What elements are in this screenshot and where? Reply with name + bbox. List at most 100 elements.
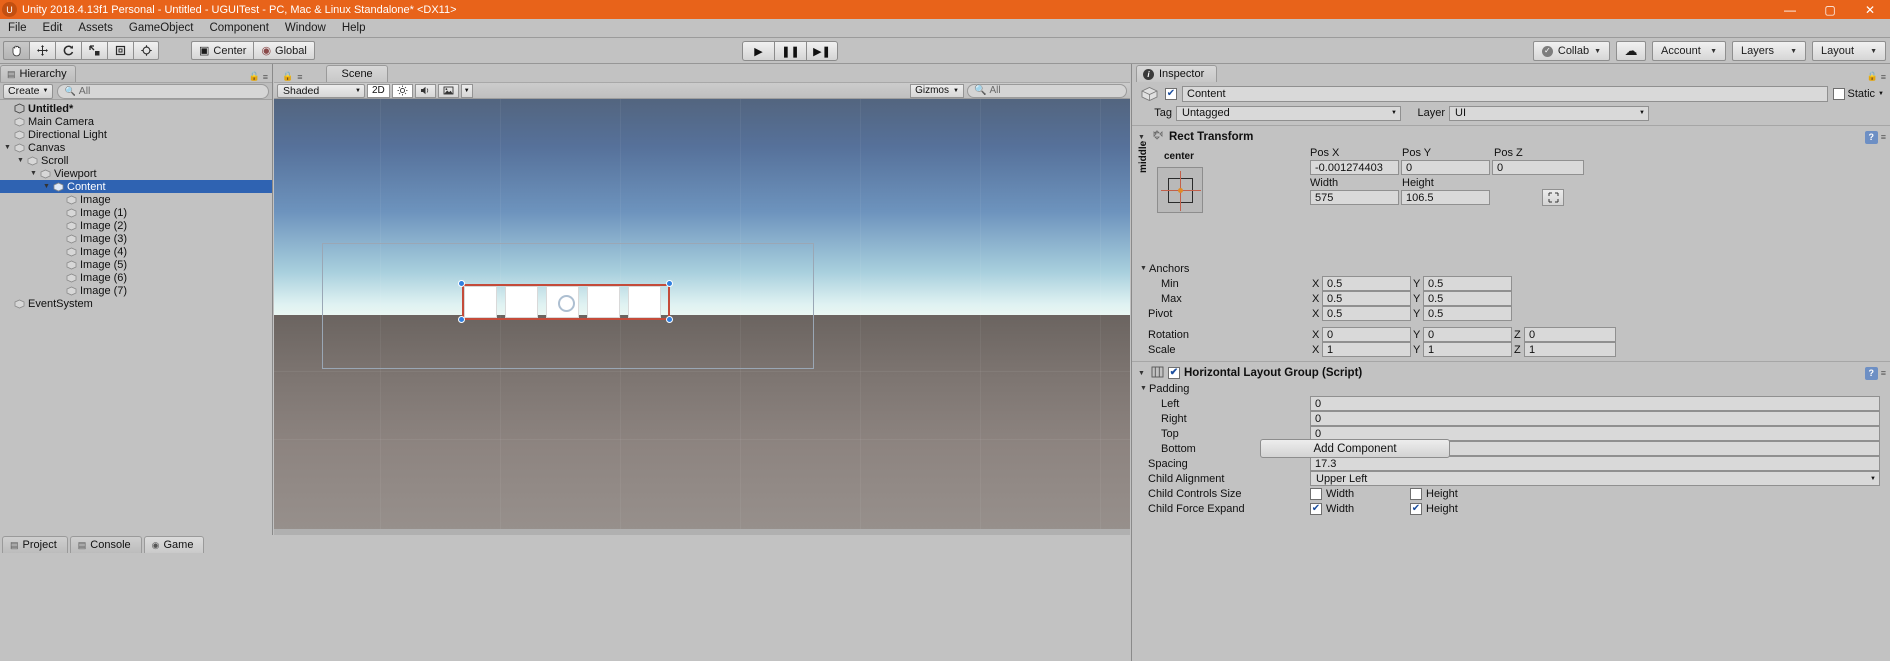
chevron-down-icon[interactable]: ▼ xyxy=(1878,91,1884,97)
hierarchy-item-image-7[interactable]: Image (7) xyxy=(0,284,272,297)
close-button[interactable]: ✕ xyxy=(1850,0,1890,19)
menu-window[interactable]: Window xyxy=(277,19,334,38)
anchor-preset-widget[interactable] xyxy=(1157,167,1203,213)
tag-dropdown[interactable]: Untagged ▼ xyxy=(1176,105,1401,121)
anchor-max-x-input[interactable]: 0.5 xyxy=(1322,291,1411,306)
lighting-toggle-icon[interactable] xyxy=(391,83,413,98)
hierarchy-item-image-6[interactable]: Image (6) xyxy=(0,271,272,284)
spacing-input[interactable]: 17.3 xyxy=(1310,456,1880,471)
anchors-foldout-row[interactable]: ▼ Anchors xyxy=(1132,261,1890,276)
minimize-button[interactable]: — xyxy=(1770,0,1810,19)
layout-button[interactable]: Layout ▼ xyxy=(1812,41,1886,61)
help-icon[interactable]: ? xyxy=(1864,130,1878,144)
static-checkbox[interactable] xyxy=(1832,88,1845,100)
cloud-button[interactable]: ☁ xyxy=(1616,41,1646,61)
gizmos-dropdown[interactable]: Gizmos ▼ xyxy=(910,83,964,98)
create-button[interactable]: Create ▼ xyxy=(3,83,54,99)
hierarchy-item-image-3[interactable]: Image (3) xyxy=(0,232,272,245)
scale-tool-icon[interactable] xyxy=(81,41,107,60)
anchor-max-y-input[interactable]: 0.5 xyxy=(1423,291,1512,306)
anchor-min-y-input[interactable]: 0.5 xyxy=(1423,276,1512,291)
scale-z-input[interactable]: 1 xyxy=(1524,342,1616,357)
expand-width-checkbox[interactable] xyxy=(1310,502,1322,515)
foldout-icon[interactable]: ▼ xyxy=(15,157,26,164)
pos-y-input[interactable]: 0 xyxy=(1401,160,1490,175)
account-button[interactable]: Account ▼ xyxy=(1652,41,1726,61)
foldout-icon[interactable]: ▼ xyxy=(1136,370,1147,377)
play-button[interactable]: ▶ xyxy=(742,41,774,61)
step-button[interactable]: ▶❚ xyxy=(806,41,838,61)
rotation-y-input[interactable]: 0 xyxy=(1423,327,1512,342)
pivot-y-input[interactable]: 0.5 xyxy=(1423,306,1512,321)
pos-z-input[interactable]: 0 xyxy=(1492,160,1584,175)
hierarchy-item-content[interactable]: ▼ Content xyxy=(0,180,272,193)
layers-button[interactable]: Layers ▼ xyxy=(1732,41,1806,61)
menu-file[interactable]: File xyxy=(0,19,35,38)
move-gizmo[interactable] xyxy=(558,295,575,312)
inspector-panel-menu[interactable]: 🔒 ≡ xyxy=(1867,71,1890,82)
hierarchy-item-eventsystem[interactable]: EventSystem xyxy=(0,297,272,310)
shading-mode-dropdown[interactable]: Shaded ▼ xyxy=(277,83,365,98)
controls-height-checkbox[interactable] xyxy=(1410,487,1422,500)
lock-icon[interactable]: 🔒 xyxy=(249,71,260,82)
collab-button[interactable]: ✓ Collab ▼ xyxy=(1532,41,1610,61)
scene-panel-menu[interactable]: 🔒 ≡ xyxy=(276,71,302,82)
rotation-z-input[interactable]: 0 xyxy=(1524,327,1616,342)
foldout-icon[interactable]: ▼ xyxy=(2,144,13,151)
lock-icon[interactable]: 🔒 xyxy=(1867,71,1878,82)
panel-menu-icon[interactable]: ≡ xyxy=(263,72,268,82)
expand-height-checkbox[interactable] xyxy=(1410,502,1422,515)
child-alignment-dropdown[interactable]: Upper Left ▼ xyxy=(1310,471,1880,486)
fx-toggle-icon[interactable] xyxy=(437,83,459,98)
selection-handle-tr[interactable] xyxy=(666,280,673,287)
pos-x-input[interactable]: -0.001274403 xyxy=(1310,160,1399,175)
tab-project[interactable]: ▤ Project xyxy=(2,536,68,553)
foldout-icon[interactable]: ▼ xyxy=(28,170,39,177)
selection-handle-tl[interactable] xyxy=(458,280,465,287)
selection-handle-bl[interactable] xyxy=(458,316,465,323)
hierarchy-search-input[interactable]: 🔍 All xyxy=(57,83,269,99)
toggle-2d-button[interactable]: 2D xyxy=(367,83,390,98)
panel-menu-icon[interactable]: ≡ xyxy=(297,72,302,82)
hierarchy-item-main-camera[interactable]: Main Camera xyxy=(0,115,272,128)
hierarchy-item-directional-light[interactable]: Directional Light xyxy=(0,128,272,141)
rect-tool-icon[interactable] xyxy=(107,41,133,60)
anchor-min-x-input[interactable]: 0.5 xyxy=(1322,276,1411,291)
foldout-icon[interactable]: ▼ xyxy=(1138,385,1149,392)
scale-x-input[interactable]: 1 xyxy=(1322,342,1411,357)
horizontal-layout-group-header[interactable]: ▼ Horizontal Layout Group (Script) ? ≡ xyxy=(1132,365,1890,381)
hlg-enabled-checkbox[interactable] xyxy=(1168,367,1180,379)
scale-y-input[interactable]: 1 xyxy=(1423,342,1512,357)
height-input[interactable]: 106.5 xyxy=(1401,190,1490,205)
lock-icon[interactable]: 🔒 xyxy=(282,71,293,82)
foldout-icon[interactable]: ▼ xyxy=(1138,265,1149,272)
component-menu-icon[interactable]: ≡ xyxy=(1881,132,1886,142)
layer-dropdown[interactable]: UI ▼ xyxy=(1449,105,1649,121)
tab-scene[interactable]: Scene xyxy=(326,65,388,82)
hierarchy-panel-menu[interactable]: 🔒 ≡ xyxy=(249,71,272,82)
blueprint-mode-button[interactable] xyxy=(1542,189,1564,206)
tab-console[interactable]: ▤ Console xyxy=(69,536,142,553)
menu-assets[interactable]: Assets xyxy=(70,19,121,38)
scene-viewport[interactable] xyxy=(274,99,1130,532)
menu-help[interactable]: Help xyxy=(334,19,374,38)
hierarchy-item-image-2[interactable]: Image (2) xyxy=(0,219,272,232)
padding-right-input[interactable]: 0 xyxy=(1310,411,1880,426)
menu-component[interactable]: Component xyxy=(201,19,276,38)
scene-root-row[interactable]: Untitled* xyxy=(0,102,272,115)
maximize-button[interactable]: ▢ xyxy=(1810,0,1850,19)
panel-menu-icon[interactable]: ≡ xyxy=(1881,72,1886,82)
hierarchy-item-canvas[interactable]: ▼ Canvas xyxy=(0,141,272,154)
hierarchy-item-image-5[interactable]: Image (5) xyxy=(0,258,272,271)
fx-dropdown-icon[interactable]: ▼ xyxy=(460,83,473,98)
pivot-rotation-button[interactable]: ◉ Global xyxy=(253,41,315,60)
move-tool-icon[interactable] xyxy=(29,41,55,60)
component-menu-icon[interactable]: ≡ xyxy=(1881,368,1886,378)
foldout-icon[interactable]: ▼ xyxy=(1136,134,1147,141)
hierarchy-item-scroll[interactable]: ▼ Scroll xyxy=(0,154,272,167)
scene-search-input[interactable]: 🔍 All xyxy=(967,83,1127,98)
controls-width-checkbox[interactable] xyxy=(1310,487,1322,500)
hierarchy-item-image-4[interactable]: Image (4) xyxy=(0,245,272,258)
selection-handle-br[interactable] xyxy=(666,316,673,323)
hand-tool-icon[interactable] xyxy=(3,41,29,60)
